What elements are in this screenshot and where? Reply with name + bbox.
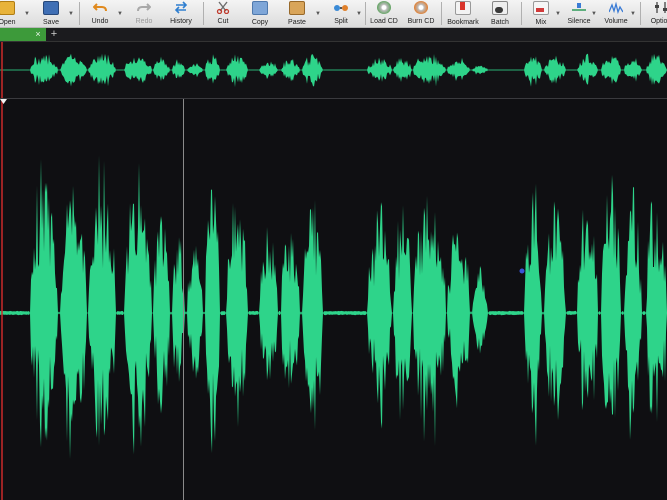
bookmark-icon [455,1,471,15]
copy-button[interactable]: Copy [247,0,273,27]
main-waveform[interactable] [0,99,667,500]
mouse-pointer-dot [519,268,525,274]
split-icon [334,1,348,14]
floppy-disk-icon [43,1,59,15]
mix-button-label: Mix [535,19,547,26]
split-button-label: Split [334,18,348,25]
mix-icon [533,1,549,15]
undo-arrow-icon [93,1,107,14]
open-dropdown-arrow[interactable]: ▼ [24,10,30,18]
load-cd-button[interactable]: Load CD [368,0,400,27]
document-tab-bar: × + [0,28,667,42]
burn-cd-button-label: Burn CD [407,18,435,25]
options-button-label: Option [650,18,667,25]
split-button[interactable]: Split [328,0,354,27]
volume-button[interactable]: Volume [601,0,631,27]
volume-dropdown-arrow[interactable]: ▼ [630,10,636,18]
folder-open-icon [0,1,15,15]
open-button[interactable]: Open [0,0,20,27]
paste-dropdown-arrow[interactable]: ▼ [315,10,321,18]
bookmark-button-label: Bookmark [447,19,479,26]
open-button-label: Open [0,19,16,26]
undo-button[interactable]: Undo [86,0,114,27]
options-icon [654,1,667,14]
waveform-main-view[interactable] [0,99,667,500]
save-button[interactable]: Save [38,0,64,27]
clipboard-icon [289,1,305,15]
cut-button[interactable]: Cut [210,0,236,27]
redo-button[interactable]: Redo [130,0,158,27]
history-button-label: History [170,18,192,25]
waveform-shape [0,155,667,459]
volume-icon [609,1,623,14]
load-cd-icon [377,1,391,14]
undo-dropdown-arrow[interactable]: ▼ [117,10,123,18]
silence-dropdown-arrow[interactable]: ▼ [591,10,597,18]
batch-button[interactable]: Batch [485,0,515,27]
save-dropdown-arrow[interactable]: ▼ [68,10,74,18]
toolbar-separator [441,2,442,25]
new-tab-icon[interactable]: + [49,28,59,41]
toolbar-separator [640,2,641,25]
load-cd-button-label: Load CD [370,18,398,25]
burn-cd-button[interactable]: Burn CD [405,0,437,27]
overview-waveform[interactable] [0,42,667,98]
silence-button[interactable]: Silence [564,0,594,27]
save-button-label: Save [43,19,59,26]
history-button[interactable]: History [166,0,196,27]
mix-dropdown-arrow[interactable]: ▼ [555,10,561,18]
active-document-tab[interactable]: × [0,28,46,41]
copy-button-label: Copy [251,19,269,26]
mix-button[interactable]: Mix [528,0,554,27]
redo-arrow-icon [137,1,151,14]
options-button[interactable]: Option [646,0,667,27]
waveform-overview-panel[interactable] [0,42,667,99]
silence-icon [572,1,586,14]
paste-button[interactable]: Paste [284,0,310,27]
bookmark-button[interactable]: Bookmark [446,0,480,27]
paste-button-label: Paste [288,19,306,26]
copy-pages-icon [252,1,268,15]
split-dropdown-arrow[interactable]: ▼ [356,10,362,18]
undo-button-label: Undo [91,18,109,25]
toolbar-separator [203,2,204,25]
silence-button-label: Silence [567,18,591,25]
redo-button-label: Redo [135,18,153,25]
cut-button-label: Cut [217,18,229,25]
tab-close-icon[interactable]: × [33,28,43,41]
main-toolbar: Open ▼ Save ▼ Undo ▼ Redo History Cut Co… [0,0,667,28]
scissors-icon [216,1,230,14]
playhead-marker-icon[interactable] [0,99,7,104]
burn-cd-icon [414,1,428,14]
volume-button-label: Volume [604,18,628,25]
history-icon [174,1,188,14]
toolbar-separator [521,2,522,25]
batch-icon [492,1,508,15]
toolbar-separator [365,2,366,25]
toolbar-separator [79,2,80,25]
batch-button-label: Batch [491,19,509,26]
